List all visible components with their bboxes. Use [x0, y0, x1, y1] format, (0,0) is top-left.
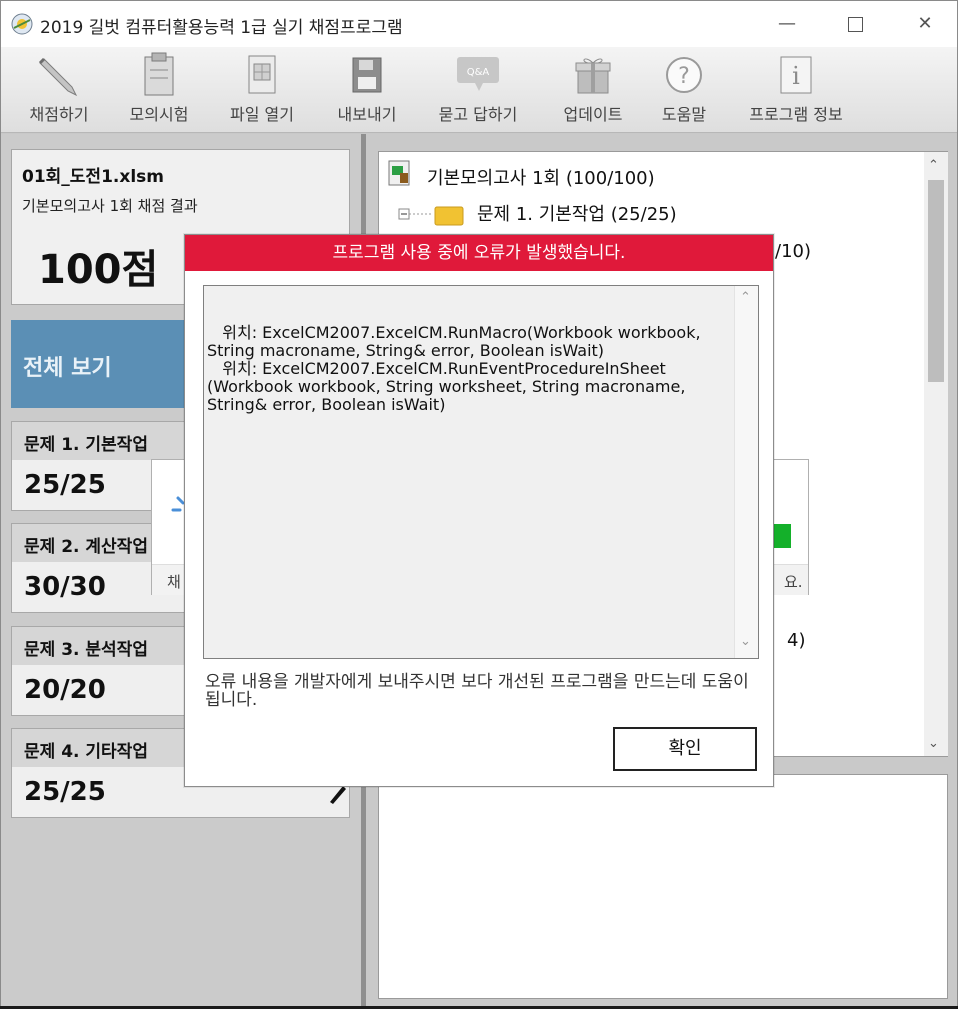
- toolbar-label: 채점하기: [29, 105, 89, 124]
- qa-bubble-icon: Q&A: [457, 57, 499, 91]
- question-icon: ?: [666, 57, 702, 93]
- error-details-box[interactable]: 위치: ExcelCM2007.ExcelCM.RunMacro(Workboo…: [203, 285, 759, 659]
- toolbar-label: 도움말: [661, 105, 707, 124]
- error-message: 오류 내용을 개발자에게 보내주시면 보다 개선된 프로그램을 만드는데 도움이…: [205, 672, 749, 710]
- toolbar-update-button[interactable]: 업데이트: [553, 51, 633, 129]
- tree-partial-text: /10): [775, 241, 811, 262]
- error-details-scrollbar[interactable]: ⌃ ⌄: [734, 286, 758, 658]
- toolbar-help-button[interactable]: ? 도움말: [653, 51, 715, 129]
- progress-indicator: [771, 524, 791, 548]
- floppy-disk-icon: [352, 57, 382, 93]
- info-icon: i: [780, 56, 812, 94]
- app-window: 2019 길벗 컴퓨터활용능력 1급 실기 채점프로그램 — ✕ 채점하기 모의…: [0, 0, 958, 1007]
- toolbar-export-button[interactable]: 내보내기: [327, 51, 407, 129]
- toolbar-about-button[interactable]: i 프로그램 정보: [737, 51, 855, 129]
- question-glyph: ?: [678, 64, 690, 89]
- scroll-down-icon[interactable]: ⌄: [740, 634, 751, 649]
- file-name: 01회_도전1.xlsm: [22, 167, 164, 187]
- toolbar-qa-button[interactable]: Q&A 묻고 답하기: [427, 51, 529, 129]
- error-dialog: 프로그램 사용 중에 오류가 발생했습니다. 위치: ExcelCM2007.E…: [184, 234, 774, 787]
- maximize-icon: [847, 16, 863, 32]
- toolbar-label: 모의시험: [129, 105, 189, 124]
- tree-scrollbar[interactable]: ⌃ ⌄: [924, 152, 948, 756]
- toolbar-mock-test-button[interactable]: 모의시험: [117, 51, 201, 129]
- window-title: 2019 길벗 컴퓨터활용능력 1급 실기 채점프로그램: [40, 18, 403, 38]
- toolbar: 채점하기 모의시험 파일 열기 내보내기 Q&A 묻고 답하기 업데이트 ? 도…: [1, 47, 957, 133]
- toolbar-label: 내보내기: [337, 105, 397, 124]
- toolbar-label: 업데이트: [563, 105, 623, 124]
- result-label: 기본모의고사 1회 채점 결과: [22, 197, 198, 215]
- spreadsheet-file-icon: [248, 55, 276, 94]
- app-icon: [11, 13, 33, 35]
- scroll-thumb[interactable]: [928, 180, 944, 382]
- detail-panel: [378, 774, 948, 999]
- overall-view-label: 전체 보기: [23, 356, 112, 381]
- toolbar-label: 파일 열기: [230, 105, 294, 124]
- toolbar-grade-button[interactable]: 채점하기: [21, 51, 97, 129]
- tree-root-label[interactable]: 기본모의고사 1회 (100/100): [427, 164, 655, 190]
- pencil-icon: [38, 57, 78, 97]
- close-button[interactable]: ✕: [905, 9, 945, 39]
- toolbar-open-file-button[interactable]: 파일 열기: [221, 51, 303, 129]
- gift-icon: [575, 58, 611, 94]
- tree-folder-label[interactable]: 문제 1. 기본작업 (25/25): [477, 200, 677, 226]
- tree-expander-icon[interactable]: [397, 204, 467, 226]
- excel-file-icon: [388, 160, 410, 186]
- loading-text-right: 요.: [784, 573, 803, 591]
- ok-button[interactable]: 확인: [613, 727, 757, 771]
- scroll-up-icon[interactable]: ⌃: [740, 290, 751, 305]
- scroll-up-icon[interactable]: ⌃: [928, 158, 939, 173]
- qa-badge-text: Q&A: [467, 67, 490, 78]
- minimize-button[interactable]: —: [767, 9, 807, 39]
- toolbar-label: 묻고 답하기: [438, 105, 518, 124]
- toolbar-label: 프로그램 정보: [749, 105, 843, 124]
- loading-text-left: 채: [167, 573, 181, 591]
- total-score: 100점: [38, 247, 159, 293]
- error-details-text: 위치: ExcelCM2007.ExcelCM.RunMacro(Workboo…: [207, 323, 701, 414]
- error-dialog-title: 프로그램 사용 중에 오류가 발생했습니다.: [185, 235, 773, 271]
- title-bar: 2019 길벗 컴퓨터활용능력 1급 실기 채점프로그램 — ✕: [1, 1, 957, 47]
- tree-partial-text: 4): [787, 630, 806, 651]
- maximize-button[interactable]: [835, 9, 875, 39]
- scroll-down-icon[interactable]: ⌄: [928, 736, 939, 751]
- info-glyph: i: [792, 62, 800, 90]
- clipboard-icon: [144, 52, 174, 96]
